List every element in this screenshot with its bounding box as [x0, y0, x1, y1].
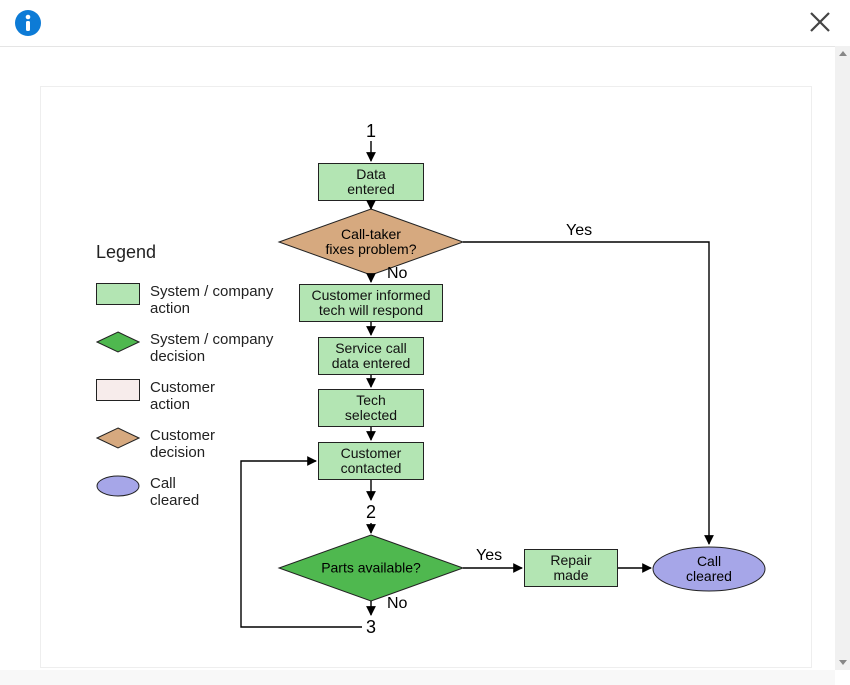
- chevron-up-icon: [839, 51, 847, 56]
- node-repair-made: Repairmade: [524, 549, 618, 587]
- node-service-call-data: Service calldata entered: [318, 337, 424, 375]
- connector-3: 3: [366, 617, 376, 638]
- edge-label-no-2: No: [387, 595, 407, 613]
- info-icon: [14, 9, 42, 37]
- connector-1: 1: [366, 121, 376, 142]
- edge-label-yes-1: Yes: [566, 222, 592, 240]
- node-parts-available-label: Parts available?: [291, 561, 451, 576]
- node-call-taker-fixes-label: Call-takerfixes problem?: [291, 227, 451, 257]
- scroll-down-button[interactable]: [835, 655, 850, 670]
- node-customer-informed: Customer informedtech will respond: [299, 284, 443, 322]
- legend-swatch-ellipse: [96, 475, 140, 497]
- topbar: [0, 0, 850, 47]
- diagram-canvas: Legend System / companyaction System / c…: [40, 86, 812, 668]
- legend-title: Legend: [96, 242, 290, 263]
- node-data-entered: Dataentered: [318, 163, 424, 201]
- node-call-cleared-label: Callcleared: [629, 554, 789, 584]
- edge-label-no-1: No: [387, 265, 407, 283]
- close-icon[interactable]: [808, 10, 832, 34]
- connector-2: 2: [366, 502, 376, 523]
- legend-item-system-decision: System / companydecision: [96, 331, 290, 365]
- legend-swatch-diamond: [96, 427, 140, 449]
- chevron-down-icon: [839, 660, 847, 665]
- legend-swatch-rect: [96, 379, 140, 401]
- scroll-up-button[interactable]: [835, 46, 850, 61]
- legend-item-call-cleared: Callcleared: [96, 475, 290, 509]
- node-tech-selected: Techselected: [318, 389, 424, 427]
- legend-item-system-action: System / companyaction: [96, 283, 290, 317]
- legend-swatch-rect: [96, 283, 140, 305]
- legend-item-customer-action: Customeraction: [96, 379, 290, 413]
- legend: Legend System / companyaction System / c…: [96, 242, 290, 523]
- legend-item-customer-decision: Customerdecision: [96, 427, 290, 461]
- horizontal-scrollbar[interactable]: [0, 670, 835, 685]
- content-viewport: Legend System / companyaction System / c…: [0, 46, 835, 685]
- legend-swatch-diamond: [96, 331, 140, 353]
- node-customer-contacted: Customercontacted: [318, 442, 424, 480]
- edge-label-yes-2: Yes: [476, 547, 502, 565]
- vertical-scrollbar[interactable]: [835, 46, 850, 670]
